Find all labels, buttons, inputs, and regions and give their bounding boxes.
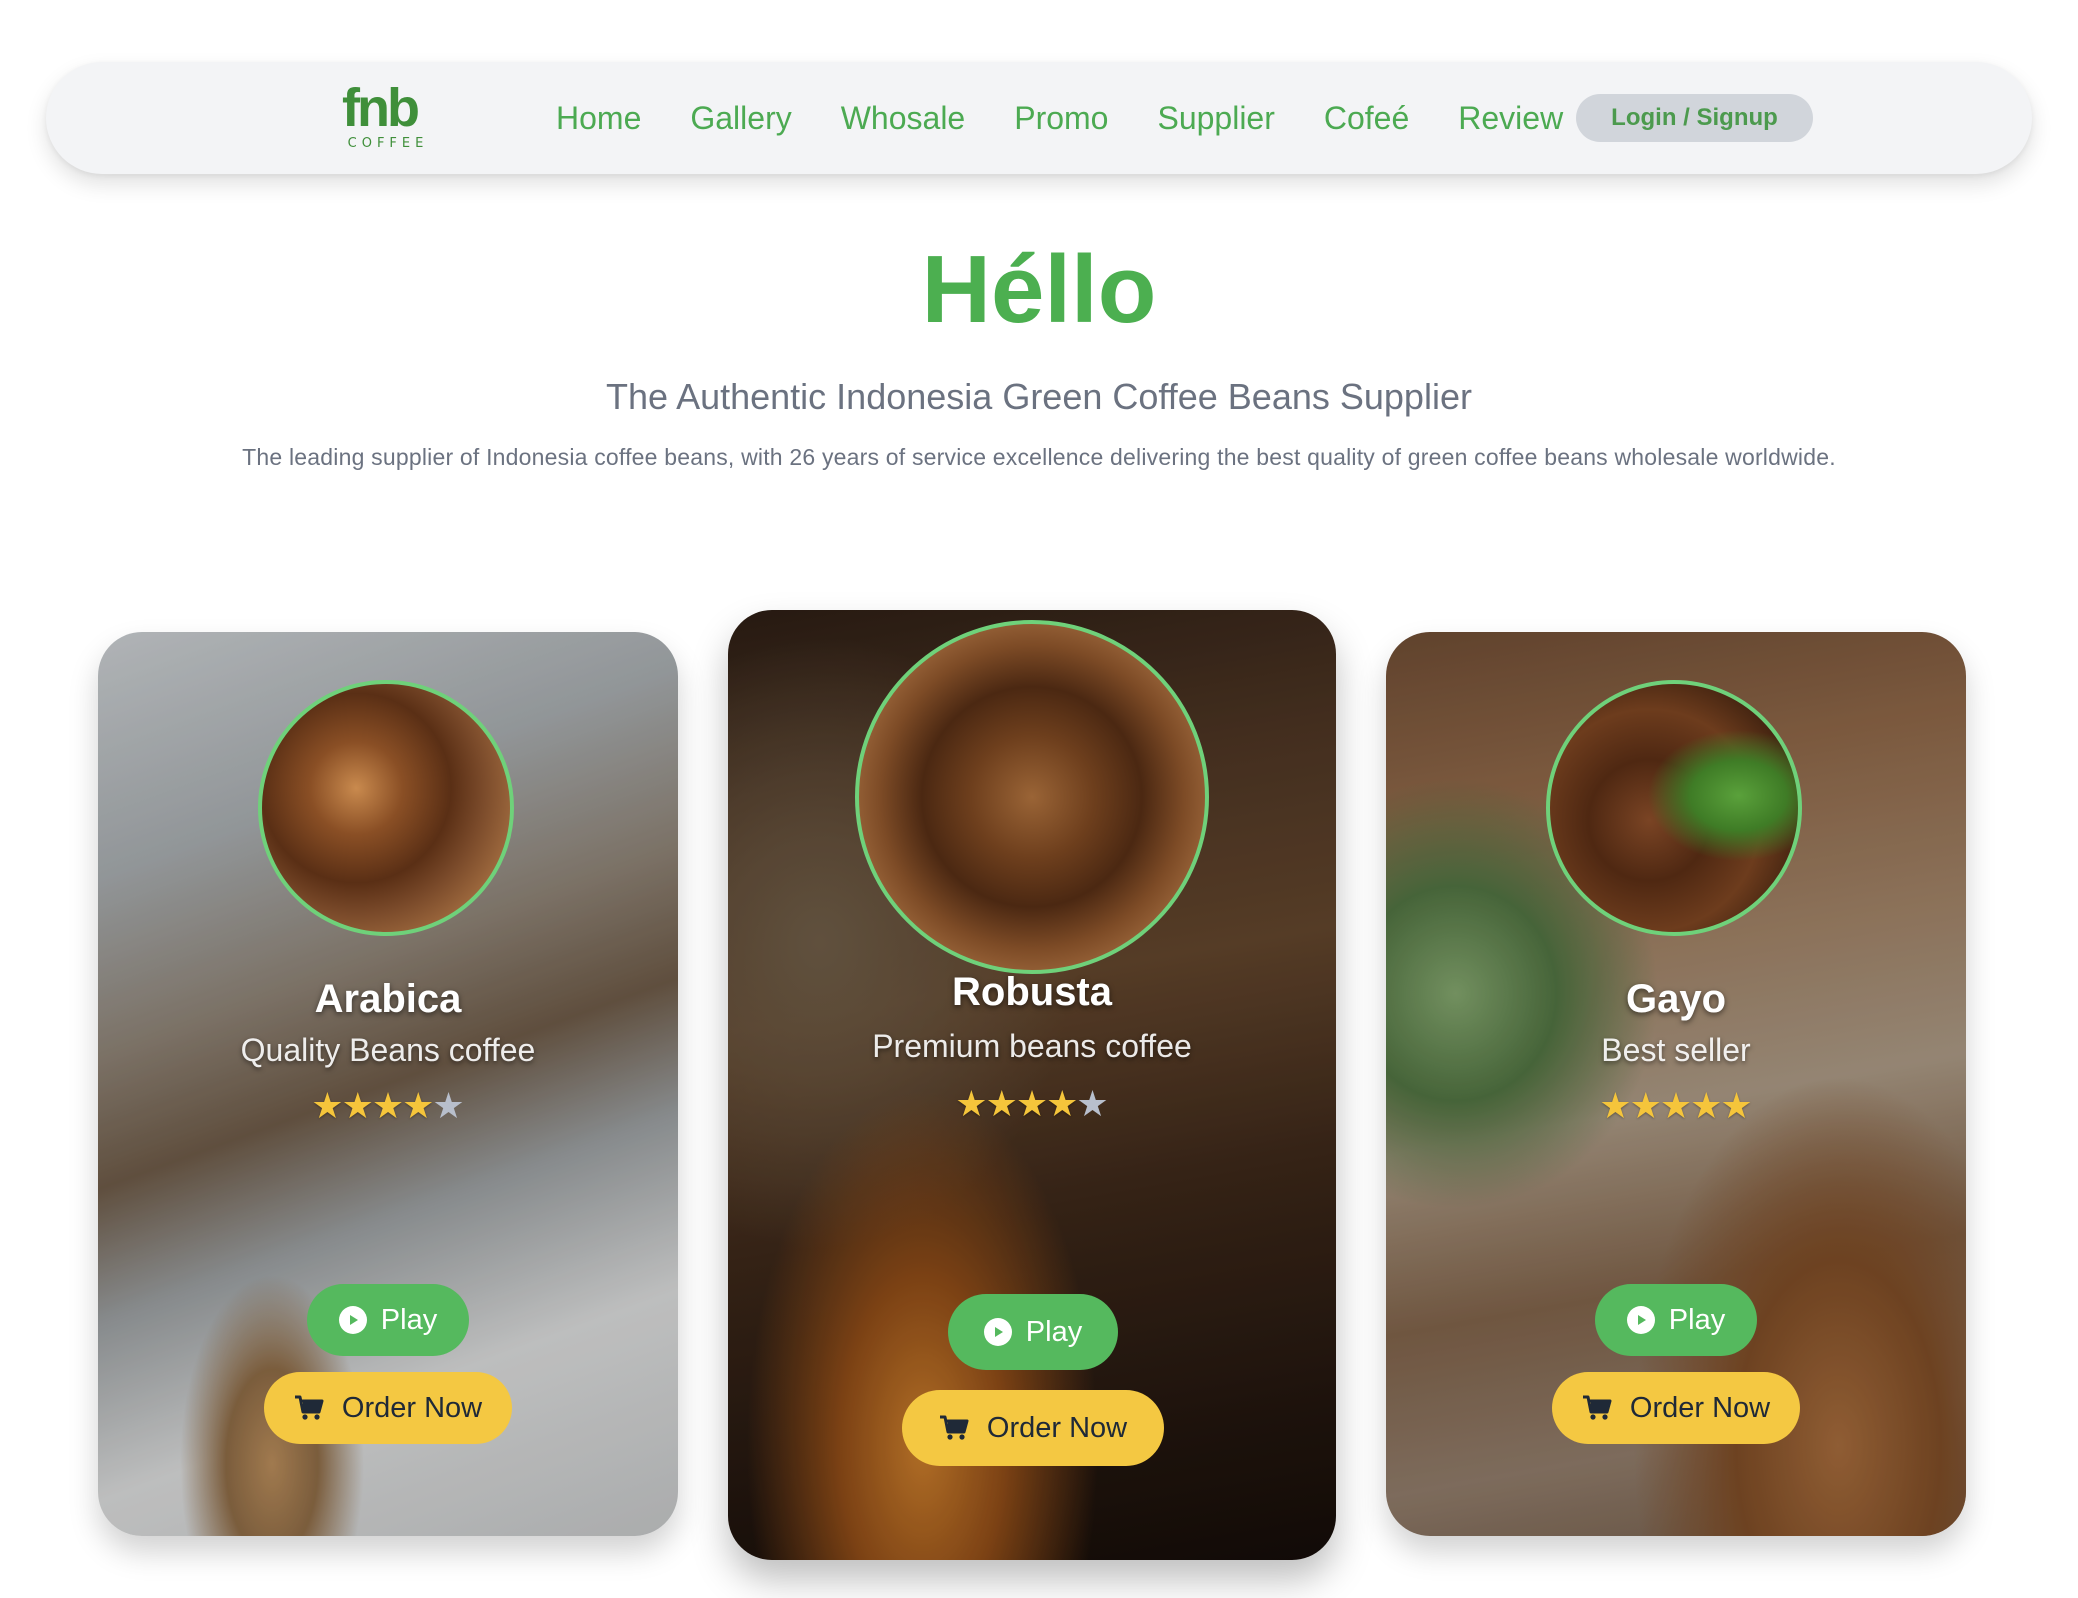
star-icon: ★ bbox=[341, 1085, 374, 1126]
play-label: Play bbox=[1025, 1315, 1083, 1348]
star-icon: ★ bbox=[985, 1083, 1018, 1124]
card-title: Gayo bbox=[1625, 977, 1727, 1021]
order-now-button[interactable]: Order Now bbox=[902, 1390, 1164, 1466]
play-circle-icon bbox=[983, 1318, 1012, 1346]
star-icon: ★ bbox=[311, 1085, 344, 1126]
hero-subtitle: The Authentic Indonesia Green Coffee Bea… bbox=[606, 376, 1472, 417]
card-title: Robusta bbox=[952, 970, 1112, 1014]
order-label: Order Now bbox=[341, 1391, 483, 1424]
login-signup-button[interactable]: Login / Signup bbox=[1576, 94, 1813, 142]
nav-link-supplier[interactable]: Supplier bbox=[1157, 100, 1274, 137]
hero-description: The leading supplier of Indonesia coffee… bbox=[242, 444, 1836, 470]
star-icon: ★ bbox=[955, 1083, 988, 1124]
play-button[interactable]: Play bbox=[1595, 1284, 1757, 1356]
top-navbar: fnb COFFEE Home Gallery Whosale Promo Su… bbox=[46, 62, 2032, 174]
nav-link-gallery[interactable]: Gallery bbox=[690, 100, 791, 137]
star-icon: ★ bbox=[432, 1085, 465, 1126]
nav-link-review[interactable]: Review bbox=[1458, 100, 1563, 137]
shopping-cart-icon bbox=[1582, 1395, 1612, 1421]
shopping-cart-icon bbox=[939, 1415, 969, 1441]
star-icon: ★ bbox=[1599, 1085, 1632, 1126]
star-icon: ★ bbox=[1659, 1085, 1693, 1126]
shopping-cart-icon bbox=[294, 1395, 324, 1421]
card-tagline: Quality Beans coffee bbox=[240, 1032, 536, 1068]
star-icon: ★ bbox=[1046, 1083, 1079, 1124]
order-now-button[interactable]: Order Now bbox=[264, 1372, 512, 1444]
play-button[interactable]: Play bbox=[948, 1294, 1118, 1370]
star-icon: ★ bbox=[1076, 1083, 1109, 1124]
coffee-beans-image bbox=[855, 620, 1209, 974]
star-icon: ★ bbox=[1629, 1085, 1662, 1126]
nav-links: Home Gallery Whosale Promo Supplier Cofe… bbox=[556, 62, 1612, 174]
coffee-beans-image bbox=[1546, 680, 1802, 936]
brand-logo[interactable]: fnb COFFEE bbox=[342, 78, 434, 154]
play-label: Play bbox=[1668, 1303, 1726, 1336]
star-icon: ★ bbox=[402, 1085, 435, 1126]
star-icon: ★ bbox=[1690, 1085, 1723, 1126]
nav-link-coffee[interactable]: Cofeé bbox=[1324, 100, 1409, 137]
coffee-beans-image bbox=[258, 680, 514, 936]
product-card-robusta[interactable]: Robusta Premium beans coffee ★ ★ ★ ★ ★ P… bbox=[728, 610, 1336, 1560]
star-icon: ★ bbox=[1720, 1085, 1753, 1126]
product-card-gayo[interactable]: Gayo Best seller ★ ★ ★ ★ ★ Play Order No… bbox=[1386, 632, 1966, 1536]
nav-link-promo[interactable]: Promo bbox=[1014, 100, 1108, 137]
play-button[interactable]: Play bbox=[307, 1284, 469, 1356]
star-rating: ★ ★ ★ ★ ★ bbox=[98, 1088, 678, 1124]
play-circle-icon bbox=[338, 1306, 367, 1334]
card-tagline: Best seller bbox=[1601, 1032, 1751, 1068]
nav-link-home[interactable]: Home bbox=[556, 100, 641, 137]
order-now-button[interactable]: Order Now bbox=[1552, 1372, 1800, 1444]
card-title: Arabica bbox=[314, 977, 462, 1021]
star-rating: ★ ★ ★ ★ ★ bbox=[728, 1086, 1336, 1122]
play-circle-icon bbox=[1626, 1306, 1655, 1334]
product-card-arabica[interactable]: Arabica Quality Beans coffee ★ ★ ★ ★ ★ P… bbox=[98, 632, 678, 1536]
star-icon: ★ bbox=[371, 1085, 405, 1126]
logo-mark: fnb bbox=[342, 78, 420, 138]
card-tagline: Premium beans coffee bbox=[872, 1028, 1192, 1064]
logo-subtitle: COFFEE bbox=[347, 136, 429, 151]
star-rating: ★ ★ ★ ★ ★ bbox=[1386, 1088, 1966, 1124]
star-icon: ★ bbox=[1015, 1083, 1049, 1124]
order-label: Order Now bbox=[986, 1411, 1128, 1444]
order-label: Order Now bbox=[1629, 1391, 1771, 1424]
hero-title: Héllo bbox=[921, 236, 1157, 343]
play-label: Play bbox=[380, 1303, 438, 1336]
nav-link-wholesale[interactable]: Whosale bbox=[841, 100, 966, 137]
